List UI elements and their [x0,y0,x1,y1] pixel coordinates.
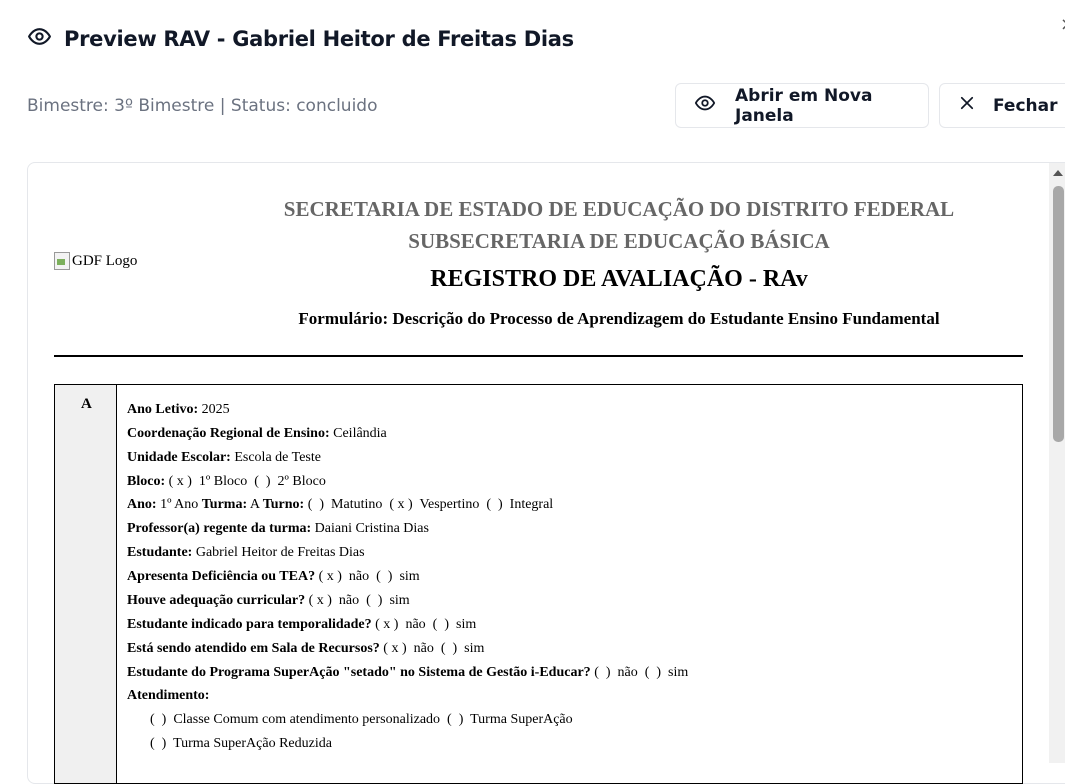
field-ano-turma-turno: Ano: 1º Ano Turma: A Turno: ( ) Matutino… [127,497,554,512]
eye-icon [694,92,716,119]
section-letter-cell: A [55,385,117,783]
dialog-close-icon[interactable]: × [1060,14,1065,35]
document-title: REGISTRO DE AVALIAÇÃO - RAv [430,266,808,292]
field-superacao: Estudante do Programa SuperAção "setado"… [127,665,689,680]
field-ano-letivo: Ano Letivo: 2025 [127,402,230,417]
atendimento-options-1: ( ) Classe Comum com atendimento persona… [150,712,573,727]
field-atendimento: Atendimento: [127,688,210,703]
dialog-title: Preview RAV - Gabriel Heitor de Freitas … [27,24,574,54]
close-button-label: Fechar [993,95,1058,116]
open-new-window-button[interactable]: Abrir em Nova Janela [675,83,929,128]
field-bloco: Bloco: ( x ) 1º Bloco ( ) 2º Bloco [127,474,326,489]
field-estudante: Estudante: Gabriel Heitor de Freitas Dia… [127,545,365,560]
field-temporalidade: Estudante indicado para temporalidade? (… [127,617,477,632]
field-professor: Professor(a) regente da turma: Daiani Cr… [127,521,429,536]
open-new-window-label: Abrir em Nova Janela [735,85,873,126]
field-unidade: Unidade Escolar: Escola de Teste [127,450,321,465]
close-button[interactable]: Fechar [939,83,1065,128]
atendimento-options-2: ( ) Turma SuperAção Reduzida [150,736,332,751]
dialog-subtitle: Bimestre: 3º Bimestre | Status: concluid… [27,96,378,116]
field-sala-recursos: Está sendo atendido em Sala de Recursos?… [127,641,485,656]
dialog-title-text: Preview RAV - Gabriel Heitor de Freitas … [64,27,574,51]
section-letter: A [81,396,92,412]
eye-icon [27,24,52,54]
scroll-up-arrow-icon[interactable] [1053,170,1063,176]
form-title: Formulário: Descrição do Processo de Apr… [298,309,940,328]
x-icon [958,94,976,117]
header-secretaria: SECRETARIA DE ESTADO DE EDUCAÇÃO DO DIST… [283,197,955,221]
header-divider [54,355,1023,357]
field-cre: Coordenação Regional de Ensino: Ceilândi… [127,426,387,441]
header-subsecretaria: SUBSECRETARIA DE EDUCAÇÃO BÁSICA [408,229,830,253]
field-adequacao: Houve adequação curricular? ( x ) não ( … [127,593,410,608]
field-deficiencia: Apresenta Deficiência ou TEA? ( x ) não … [127,569,420,584]
